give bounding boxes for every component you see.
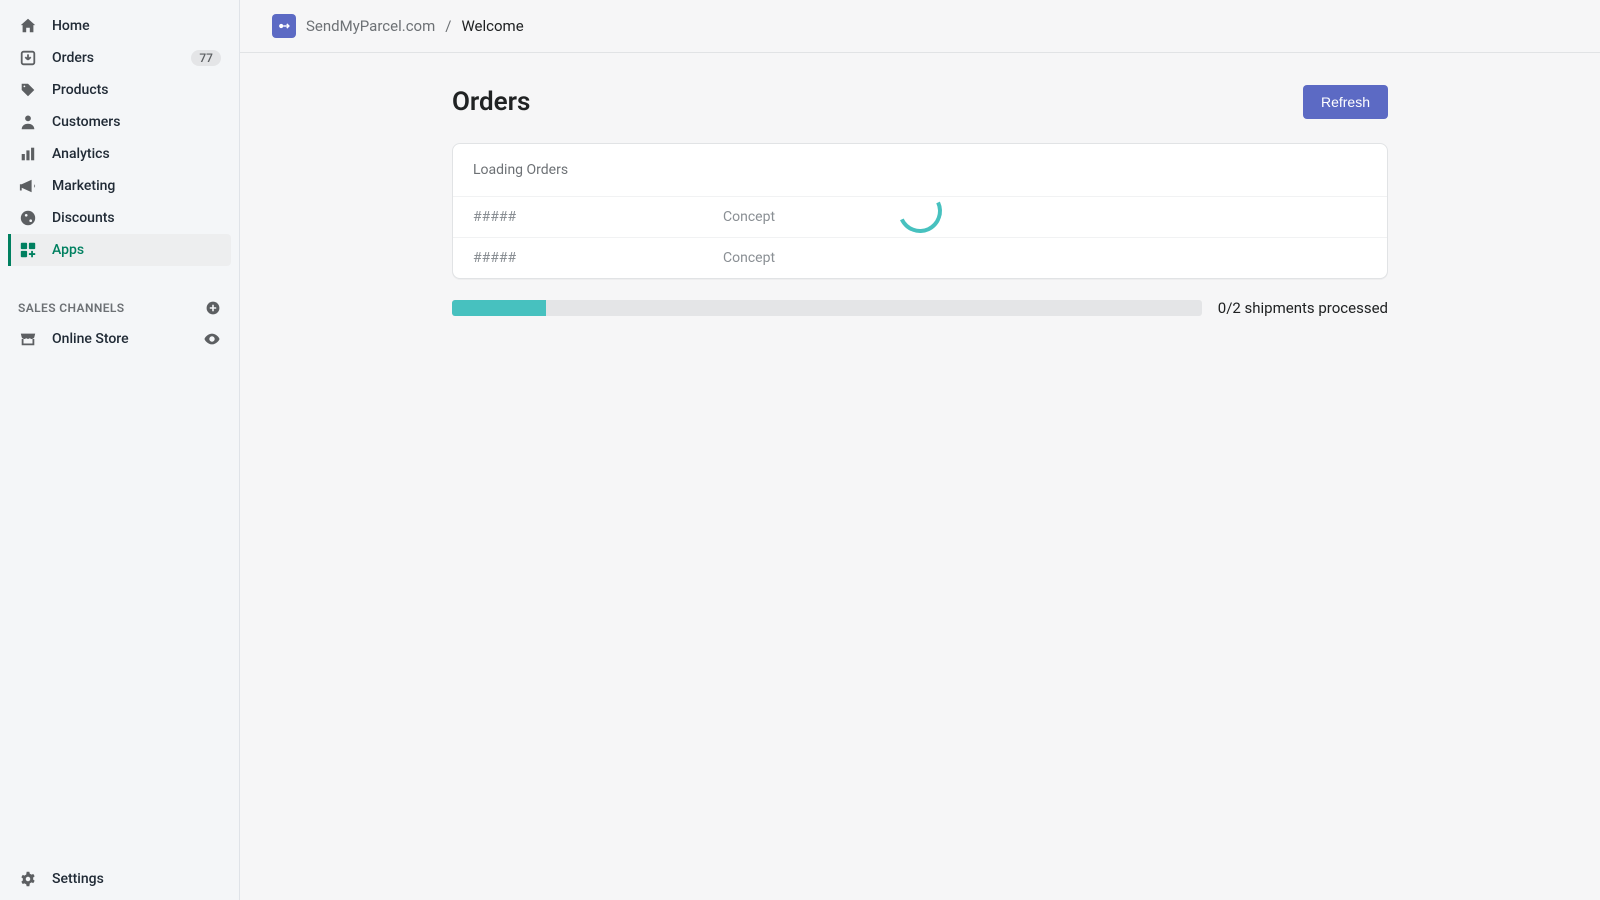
sidebar-item-orders[interactable]: Orders 77 (8, 42, 231, 74)
sidebar-item-discounts[interactable]: Discounts (8, 202, 231, 234)
tag-icon (18, 80, 38, 100)
page: Orders Refresh Loading Orders ##### Conc… (452, 85, 1388, 317)
eye-icon[interactable] (203, 330, 221, 348)
apps-icon (18, 240, 38, 260)
sidebar-item-marketing[interactable]: Marketing (8, 170, 231, 202)
page-title: Orders (452, 87, 530, 117)
orders-card: Loading Orders ##### Concept ##### Conce… (452, 143, 1388, 279)
table-row: ##### Concept (453, 196, 1387, 237)
sidebar: Home Orders 77 Products (0, 0, 240, 900)
sidebar-item-label: Marketing (52, 178, 221, 194)
percent-icon (18, 208, 38, 228)
breadcrumb-app[interactable]: SendMyParcel.com (306, 17, 435, 35)
row-status: Concept (723, 209, 775, 225)
row-status: Concept (723, 250, 775, 266)
row-id: ##### (473, 209, 723, 225)
sidebar-item-label: Home (52, 18, 221, 34)
sidebar-item-customers[interactable]: Customers (8, 106, 231, 138)
sidebar-item-online-store[interactable]: Online Store (0, 322, 239, 356)
row-id: ##### (473, 250, 723, 266)
breadcrumb-page: Welcome (461, 17, 523, 35)
gear-icon (18, 869, 38, 889)
card-header: Loading Orders (453, 144, 1387, 196)
progress-bar (452, 300, 1202, 316)
table-row: ##### Concept (453, 237, 1387, 278)
orders-icon (18, 48, 38, 68)
sidebar-item-products[interactable]: Products (8, 74, 231, 106)
store-icon (18, 329, 38, 349)
nav-list: Home Orders 77 Products (0, 10, 239, 266)
content: Orders Refresh Loading Orders ##### Conc… (240, 53, 1600, 900)
sidebar-item-label: Orders (52, 50, 191, 66)
sidebar-item-label: Apps (52, 242, 221, 258)
progress-fill (452, 300, 546, 316)
sidebar-item-settings[interactable]: Settings (0, 858, 239, 900)
add-channel-icon[interactable] (205, 300, 221, 316)
section-title: SALES CHANNELS (18, 301, 125, 315)
sidebar-item-home[interactable]: Home (8, 10, 231, 42)
bars-icon (18, 144, 38, 164)
app-logo-icon (272, 14, 296, 38)
refresh-button[interactable]: Refresh (1303, 85, 1388, 119)
sidebar-item-label: Analytics (52, 146, 221, 162)
sidebar-item-label: Discounts (52, 210, 221, 226)
progress: 0/2 shipments processed (452, 299, 1388, 317)
megaphone-icon (18, 176, 38, 196)
sidebar-item-label: Online Store (52, 331, 203, 347)
progress-label: 0/2 shipments processed (1218, 299, 1388, 317)
breadcrumb: SendMyParcel.com / Welcome (240, 0, 1600, 53)
home-icon (18, 16, 38, 36)
sidebar-item-analytics[interactable]: Analytics (8, 138, 231, 170)
settings-label: Settings (52, 871, 104, 887)
breadcrumb-separator: / (445, 17, 451, 35)
orders-badge: 77 (191, 50, 221, 66)
sidebar-item-apps[interactable]: Apps (8, 234, 231, 266)
page-header: Orders Refresh (452, 85, 1388, 119)
sidebar-item-label: Customers (52, 114, 221, 130)
person-icon (18, 112, 38, 132)
sidebar-item-label: Products (52, 82, 221, 98)
main: SendMyParcel.com / Welcome Orders Refres… (240, 0, 1600, 900)
sales-channels-header: SALES CHANNELS (0, 294, 239, 322)
active-marker (8, 234, 11, 266)
